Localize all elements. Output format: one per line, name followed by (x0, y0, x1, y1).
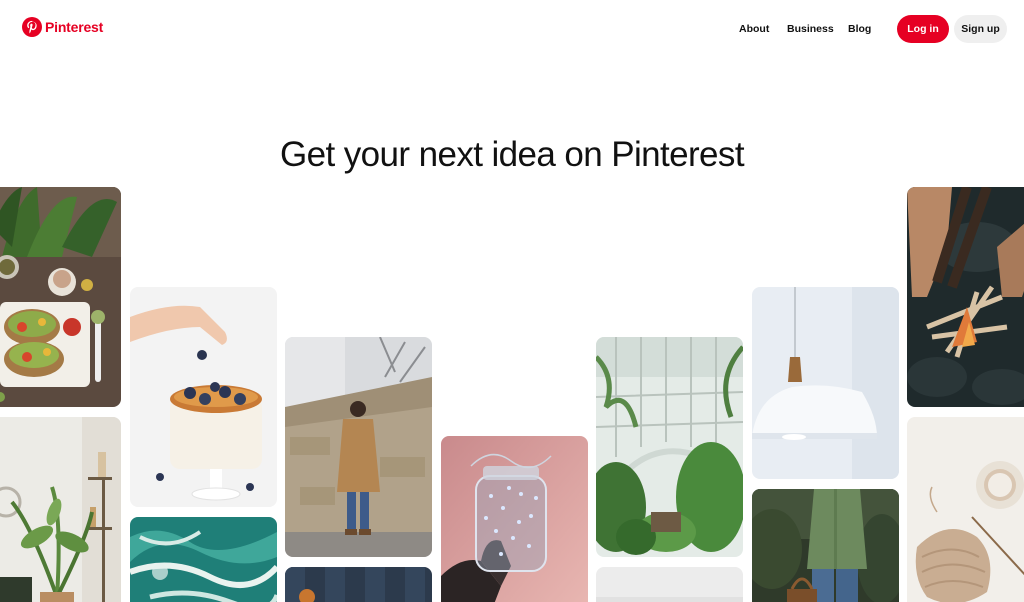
pin-card[interactable] (752, 287, 899, 479)
pinterest-logo-icon (22, 17, 42, 37)
pin-card[interactable] (752, 489, 899, 602)
pin-image-living-room (0, 417, 121, 602)
pin-image-man-green-shirt (752, 489, 899, 602)
pin-image-pendant-lamp (752, 287, 899, 479)
pin-image-blueberry-cake (130, 287, 277, 507)
pin-image-knitting (907, 417, 1024, 602)
pin-image-jar-lights (441, 436, 588, 602)
top-header: Pinterest About Business Blog Log in Sig… (0, 0, 1024, 58)
pin-card[interactable] (0, 417, 121, 602)
pin-image-ocean (130, 517, 277, 602)
pin-card[interactable] (596, 567, 743, 602)
pin-card[interactable] (0, 187, 121, 407)
pin-card[interactable] (907, 187, 1024, 407)
signup-button[interactable]: Sign up (954, 15, 1007, 43)
page-headline: Get your next idea on Pinterest (280, 135, 745, 174)
pin-image-campfire (907, 187, 1024, 407)
pinterest-logo[interactable]: Pinterest (22, 17, 103, 37)
pin-card[interactable] (130, 287, 277, 507)
pin-card[interactable] (285, 337, 432, 557)
pin-image-greenhouse (596, 337, 743, 557)
nav-about-link[interactable]: About (739, 23, 769, 35)
nav-blog-link[interactable]: Blog (848, 23, 871, 35)
pin-image-avocado-toast (0, 187, 121, 407)
nav-business-link[interactable]: Business (787, 23, 834, 35)
pin-card[interactable] (907, 417, 1024, 602)
pin-image-grey-tile (596, 567, 743, 602)
pin-card[interactable] (441, 436, 588, 602)
pin-card[interactable] (285, 567, 432, 602)
pin-card[interactable] (596, 337, 743, 557)
pin-image-wood-wall (285, 567, 432, 602)
logo-wordmark: Pinterest (45, 19, 104, 35)
login-button[interactable]: Log in (897, 15, 949, 43)
pin-card[interactable] (130, 517, 277, 602)
pin-image-man-in-coat (285, 337, 432, 557)
